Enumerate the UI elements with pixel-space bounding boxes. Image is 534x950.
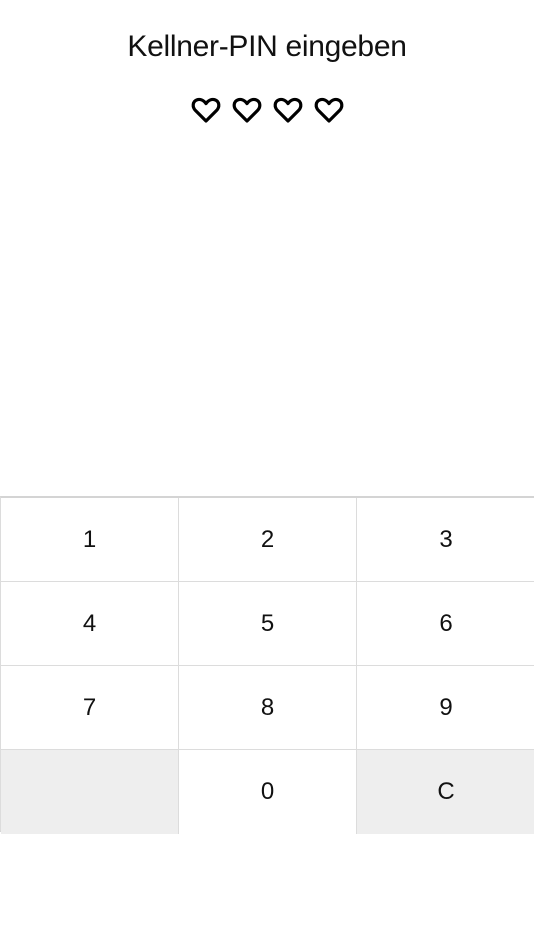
clear-button[interactable]: C <box>357 750 534 834</box>
heart-outline-icon <box>231 94 263 126</box>
key-3-button[interactable]: 3 <box>357 498 534 582</box>
heart-outline-icon <box>272 94 304 126</box>
key-9-button[interactable]: 9 <box>357 666 534 750</box>
page-title: Kellner-PIN eingeben <box>127 30 407 63</box>
key-2-button[interactable]: 2 <box>179 498 357 582</box>
key-8-button[interactable]: 8 <box>179 666 357 750</box>
key-0-button[interactable]: 0 <box>179 750 357 834</box>
heart-outline-icon <box>190 94 222 126</box>
pin-indicator <box>0 94 534 126</box>
key-7-button[interactable]: 7 <box>1 666 179 750</box>
pin-keypad: 1 2 3 4 5 6 7 8 9 0 C <box>0 496 534 834</box>
key-1-button[interactable]: 1 <box>1 498 179 582</box>
key-5-button[interactable]: 5 <box>179 582 357 666</box>
key-4-button[interactable]: 4 <box>1 582 179 666</box>
key-empty <box>1 750 179 834</box>
heart-outline-icon <box>313 94 345 126</box>
key-6-button[interactable]: 6 <box>357 582 534 666</box>
